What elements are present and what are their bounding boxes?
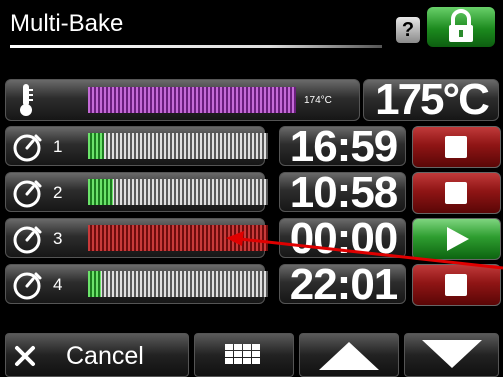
timer-row-2[interactable]: 2 bbox=[5, 172, 268, 212]
stop-timer-button[interactable] bbox=[412, 126, 501, 168]
lock-icon bbox=[449, 9, 473, 42]
stop-icon bbox=[445, 274, 467, 296]
timer-progress-bar bbox=[88, 271, 268, 297]
keypad-button[interactable] bbox=[194, 333, 294, 377]
timer-time-button[interactable]: 22:01 bbox=[279, 260, 406, 309]
timer-number: 1 bbox=[53, 137, 63, 156]
close-icon bbox=[15, 346, 35, 366]
timer-progress-bar bbox=[88, 225, 268, 251]
thermometer-icon bbox=[20, 84, 33, 116]
cancel-button[interactable]: Cancel bbox=[5, 333, 189, 377]
timer-progress-fill bbox=[88, 271, 101, 297]
stopwatch-icon bbox=[13, 226, 42, 254]
timer-number: 3 bbox=[53, 229, 63, 248]
timer-time: 10:58 bbox=[289, 168, 399, 217]
stop-timer-button[interactable] bbox=[412, 264, 501, 306]
timer-time: 22:01 bbox=[289, 260, 399, 309]
current-temperature: 174°C bbox=[304, 95, 332, 106]
play-icon bbox=[447, 227, 469, 251]
arrow-up-icon bbox=[319, 342, 379, 370]
setpoint-temperature: 175°C bbox=[375, 75, 490, 124]
stop-icon bbox=[445, 136, 467, 158]
stop-timer-button[interactable] bbox=[412, 172, 501, 214]
stopwatch-icon bbox=[13, 134, 42, 162]
timer-progress-bar bbox=[88, 133, 268, 159]
scroll-down-button[interactable] bbox=[404, 333, 499, 377]
timer-time-button[interactable]: 16:59 bbox=[279, 122, 406, 171]
arrow-down-icon bbox=[422, 340, 482, 368]
timer-time: 16:59 bbox=[289, 122, 399, 171]
stopwatch-icon bbox=[13, 180, 42, 208]
timer-progress-fill bbox=[88, 133, 105, 159]
timer-time: 00:00 bbox=[289, 214, 399, 263]
stopwatch-icon bbox=[13, 272, 42, 300]
setpoint-temperature-button[interactable]: 175°C bbox=[363, 75, 499, 124]
timer-time-button[interactable]: 10:58 bbox=[279, 168, 406, 217]
keypad-icon bbox=[225, 344, 260, 364]
scroll-up-button[interactable] bbox=[299, 333, 399, 377]
timer-row-4[interactable]: 4 bbox=[5, 264, 268, 304]
timer-progress-bar bbox=[88, 179, 268, 205]
title-underline bbox=[10, 45, 382, 48]
timer-time-button[interactable]: 00:00 bbox=[279, 214, 406, 263]
lock-button[interactable] bbox=[427, 7, 495, 47]
help-button[interactable]: ? bbox=[396, 17, 420, 43]
stop-icon bbox=[445, 182, 467, 204]
timer-row-1[interactable]: 1 bbox=[5, 126, 268, 166]
page-title: Multi-Bake bbox=[10, 10, 124, 37]
timer-row-3[interactable]: 3 bbox=[5, 218, 268, 258]
cancel-label: Cancel bbox=[66, 342, 144, 370]
timer-progress-fill bbox=[88, 179, 114, 205]
temperature-display: 174°C bbox=[5, 79, 360, 121]
temperature-bar bbox=[88, 87, 296, 113]
start-timer-button[interactable] bbox=[412, 218, 501, 260]
timer-number: 4 bbox=[53, 275, 63, 294]
timer-number: 2 bbox=[53, 183, 63, 202]
